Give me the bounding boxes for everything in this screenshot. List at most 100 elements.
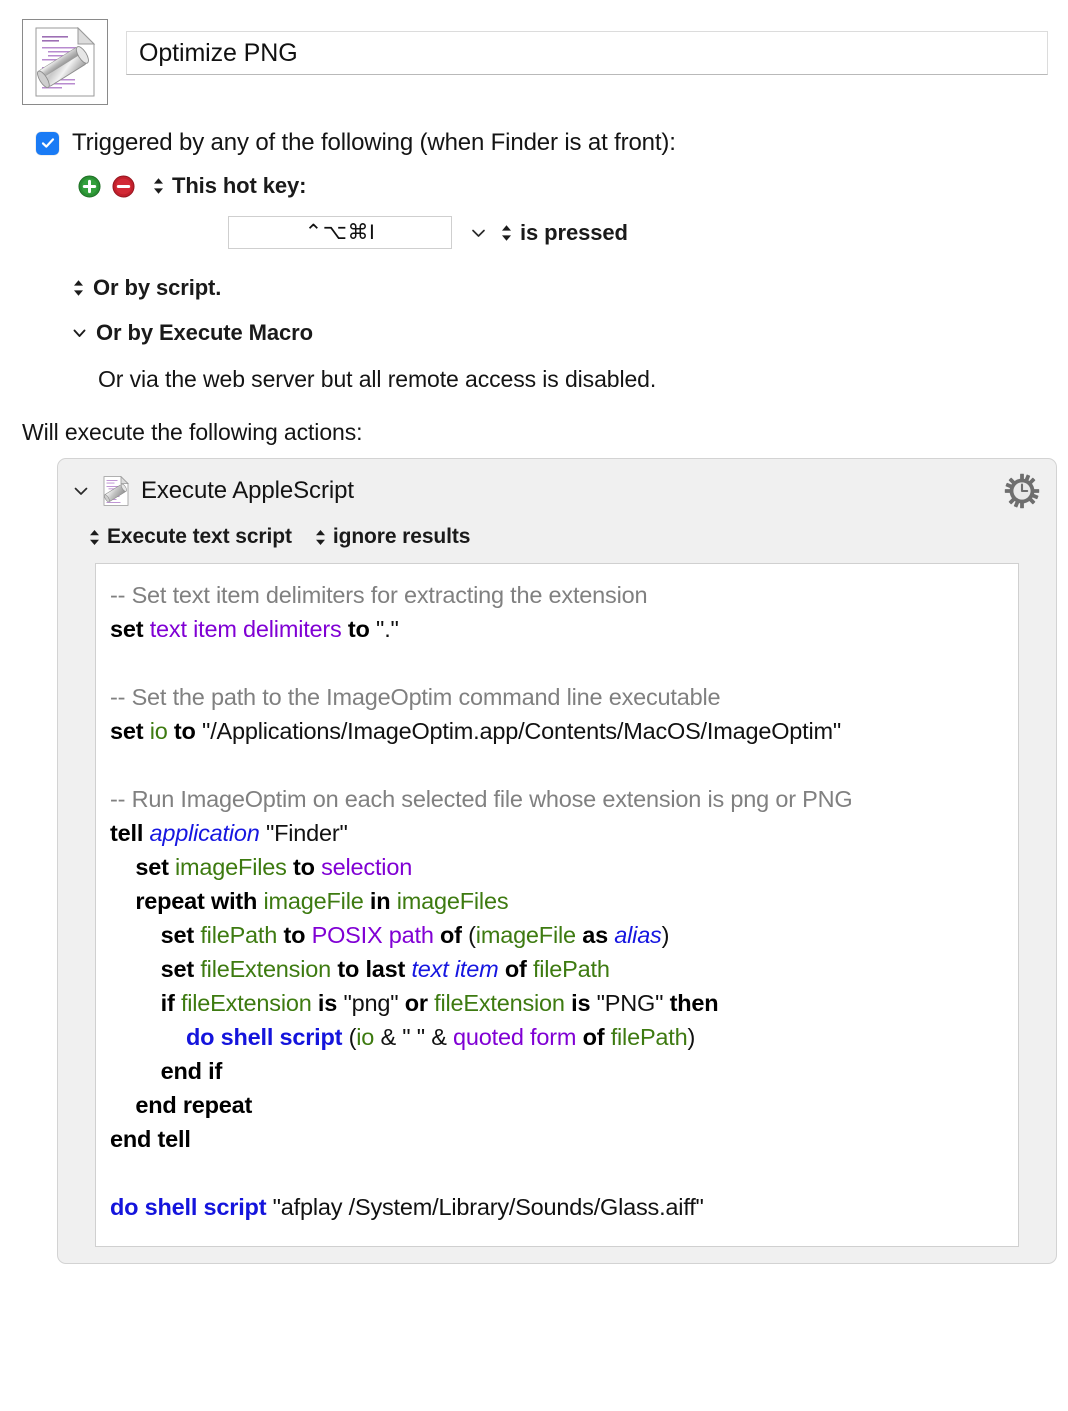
script-token: to: [341, 616, 377, 642]
script-token: imageFile: [263, 888, 364, 914]
script-token: do shell script: [110, 1194, 267, 1220]
script-token: filePath: [200, 922, 278, 948]
script-token: io: [149, 718, 168, 744]
applescript-document-icon: [35, 27, 96, 97]
web-server-note: Or via the web server but all remote acc…: [98, 366, 657, 392]
script-token: io: [356, 1024, 375, 1050]
script-token: set: [110, 854, 176, 880]
script-token: "Finder": [259, 820, 348, 846]
checkmark-icon: [41, 138, 54, 148]
script-token: quoted form: [453, 1024, 577, 1050]
hotkey-value: ⌃⌥⌘I: [304, 221, 376, 244]
script-token: of: [433, 922, 469, 948]
script-token: or: [398, 990, 435, 1016]
add-trigger-icon[interactable]: [78, 174, 101, 198]
popup-indicator-icon[interactable]: [314, 527, 327, 548]
script-token: imageFiles: [396, 888, 509, 914]
script-token: set: [110, 718, 150, 744]
or-by-execute-macro-label: Or by Execute Macro: [96, 320, 313, 345]
action-header-row: Execute AppleScript: [58, 459, 1056, 509]
script-token: & " " &: [374, 1024, 454, 1050]
script-token: selection: [321, 854, 413, 880]
script-token: alias: [614, 922, 662, 948]
script-token: (: [342, 1024, 357, 1050]
script-token: repeat with: [110, 888, 264, 914]
applescript-source[interactable]: -- Set text item delimiters for extracti…: [110, 578, 1002, 1224]
gear-clock-icon: [1004, 473, 1040, 509]
script-token: ): [687, 1024, 696, 1050]
hotkey-input[interactable]: ⌃⌥⌘I: [228, 216, 452, 249]
script-token: do shell script: [185, 1024, 343, 1050]
script-token: application: [149, 820, 260, 846]
hotkey-trigger-row: This hot key:: [36, 173, 1048, 199]
applescript-document-icon: [103, 476, 129, 506]
script-token: [110, 1024, 186, 1050]
macro-name-field[interactable]: Optimize PNG: [126, 31, 1048, 75]
script-token: in: [363, 888, 397, 914]
script-token: filePath: [532, 956, 610, 982]
hotkey-trigger-label: This hot key:: [172, 173, 307, 198]
script-token: "png": [343, 990, 399, 1016]
ignore-results-label[interactable]: ignore results: [333, 525, 471, 549]
or-by-script-label: Or by script.: [93, 275, 222, 300]
script-token: set: [110, 956, 201, 982]
script-token: "afplay /System/Library/Sounds/Glass.aif…: [266, 1194, 704, 1220]
script-token: (: [468, 922, 476, 948]
applescript-editor[interactable]: -- Set text item delimiters for extracti…: [95, 563, 1019, 1247]
triggered-by-label: Triggered by any of the following (when …: [72, 129, 676, 156]
script-token: is: [311, 990, 344, 1016]
script-token: to: [286, 854, 322, 880]
script-token: text item: [411, 956, 499, 982]
script-token: tell: [110, 820, 150, 846]
script-token: -- Run ImageOptim on each selected file …: [110, 786, 853, 812]
or-by-script-row[interactable]: Or by script.: [36, 275, 1048, 301]
chevron-down-icon[interactable]: [72, 482, 90, 500]
script-token: end repeat: [110, 1092, 253, 1118]
script-token: fileExtension: [180, 990, 312, 1016]
popup-indicator-icon[interactable]: [152, 175, 165, 197]
popup-indicator-icon[interactable]: [72, 277, 85, 299]
script-token: fileExtension: [200, 956, 331, 982]
script-token: -- Set text item delimiters for extracti…: [110, 582, 648, 608]
macro-icon-well[interactable]: [22, 19, 108, 105]
action-gear-button[interactable]: [1004, 473, 1040, 509]
script-token: -- Set the path to the ImageOptim comman…: [110, 684, 721, 710]
hotkey-state-label: is pressed: [520, 219, 628, 245]
action-title: Execute AppleScript: [141, 477, 354, 504]
script-token: if: [110, 990, 181, 1016]
script-token: end tell: [110, 1126, 191, 1152]
script-token: set: [110, 616, 150, 642]
triggered-by-checkbox[interactable]: [36, 131, 59, 155]
macro-name-value: Optimize PNG: [139, 38, 298, 67]
triggered-by-row: Triggered by any of the following (when …: [36, 129, 1048, 157]
script-token: "PNG": [596, 990, 664, 1016]
execute-text-script-label[interactable]: Execute text script: [107, 525, 292, 549]
hotkey-field-row: ⌃⌥⌘I is pressed: [36, 216, 1048, 249]
script-token: to: [167, 718, 203, 744]
script-token: is: [564, 990, 597, 1016]
script-token: of: [498, 956, 533, 982]
script-token: of: [576, 1024, 611, 1050]
popup-indicator-icon[interactable]: [88, 527, 101, 548]
script-token: POSIX path: [311, 922, 434, 948]
script-token: to last: [331, 956, 412, 982]
macro-header: Optimize PNG: [0, 0, 1068, 105]
script-token: fileExtension: [434, 990, 565, 1016]
script-token: set: [110, 922, 201, 948]
triggers-section: Triggered by any of the following (when …: [0, 129, 1068, 393]
script-token: to: [277, 922, 312, 948]
popup-indicator-icon[interactable]: [500, 222, 513, 244]
script-token: ): [661, 922, 670, 948]
action-panel: Execute AppleScript Execute text script …: [57, 458, 1057, 1264]
script-token: ".": [376, 616, 399, 642]
script-token: text item delimiters: [149, 616, 342, 642]
remove-trigger-icon[interactable]: [112, 174, 135, 198]
script-token: filePath: [610, 1024, 688, 1050]
chevron-down-icon[interactable]: [72, 322, 87, 344]
script-token: imageFile: [475, 922, 576, 948]
actions-header: Will execute the following actions:: [22, 419, 363, 445]
chevron-down-icon[interactable]: [470, 224, 487, 242]
script-token: end if: [110, 1058, 223, 1084]
or-by-execute-macro-row[interactable]: Or by Execute Macro: [36, 320, 1048, 346]
action-options-row: Execute text script ignore results: [58, 509, 1056, 549]
